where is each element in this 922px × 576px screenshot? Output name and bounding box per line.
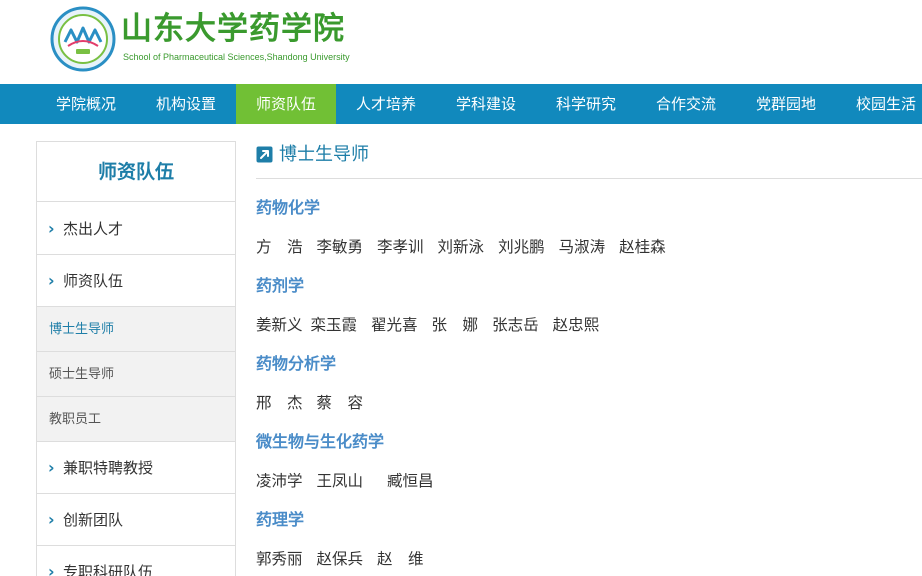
name-list: 郭秀丽 赵保兵赵 维 xyxy=(256,548,438,570)
sidebar-sub-master-supervisors[interactable]: 硕士生导师 xyxy=(37,352,235,397)
site-subtitle: School of Pharmaceutical Sciences,Shando… xyxy=(123,52,350,62)
person-link[interactable]: 张志岳 xyxy=(492,314,539,336)
sidebar-item-label: 创新团队 xyxy=(63,511,124,529)
sidebar-item-faculty[interactable]: › 师资队伍 xyxy=(37,255,235,307)
main-nav: 学院概况 机构设置 师资队伍 人才培养 学科建设 科学研究 合作交流 党群园地 … xyxy=(0,84,922,124)
chevron-right-icon: › xyxy=(48,510,55,529)
person-link[interactable]: 赵保兵 xyxy=(317,548,364,570)
site-title: 山东大学药学院 xyxy=(121,11,345,47)
chevron-right-icon: › xyxy=(48,562,55,576)
person-link[interactable]: 王凤山 xyxy=(317,470,364,492)
sidebar-item-adjunct-professors[interactable]: › 兼职特聘教授 xyxy=(37,442,235,494)
sidebar-item-label: 兼职特聘教授 xyxy=(63,459,154,477)
nav-item-party[interactable]: 党群园地 xyxy=(736,84,836,124)
nav-item-disciplines[interactable]: 学科建设 xyxy=(436,84,536,124)
person-link[interactable]: 凌沛学 xyxy=(256,470,303,492)
person-link[interactable]: 赵忠熙 xyxy=(553,314,600,336)
name-list: 邢 杰蔡 容 xyxy=(256,392,377,414)
person-link[interactable]: 刘新泳 xyxy=(438,236,485,258)
category-heading: 药物分析学 xyxy=(256,354,337,373)
name-list: 方 浩李敏勇 李孝训 刘新泳 刘兆鹏 马淑涛 赵桂森 xyxy=(256,236,680,258)
sidebar-sub-staff[interactable]: 教职员工 xyxy=(37,397,235,442)
external-link-icon xyxy=(256,146,273,163)
category-heading: 药剂学 xyxy=(256,276,305,295)
nav-item-organization[interactable]: 机构设置 xyxy=(136,84,236,124)
person-link[interactable]: 马淑涛 xyxy=(559,236,606,258)
content-header: 博士生导师 xyxy=(256,141,922,179)
person-link[interactable]: 郭秀丽 xyxy=(256,548,303,570)
name-list: 凌沛学 王凤山 臧恒昌 xyxy=(256,470,448,492)
person-link[interactable]: 赵 维 xyxy=(377,548,424,570)
nav-item-faculty[interactable]: 师资队伍 xyxy=(236,84,336,124)
person-link[interactable]: 李敏勇 xyxy=(317,236,364,258)
person-link[interactable]: 蔡 容 xyxy=(317,392,364,414)
sidebar-item-research-staff[interactable]: › 专职科研队伍 xyxy=(37,546,235,576)
person-link[interactable]: 邢 杰 xyxy=(256,392,303,414)
nav-item-cooperation[interactable]: 合作交流 xyxy=(636,84,736,124)
sidebar-item-label: 师资队伍 xyxy=(63,272,124,290)
person-link[interactable]: 李孝训 xyxy=(377,236,424,258)
nav-item-campus-life[interactable]: 校园生活 xyxy=(836,84,922,124)
page-title: 博士生导师 xyxy=(279,144,369,165)
school-logo-icon[interactable] xyxy=(50,6,116,72)
site-header: 山东大学药学院 School of Pharmaceutical Science… xyxy=(0,0,922,84)
sidebar: 师资队伍 › 杰出人才 › 师资队伍 博士生导师 硕士生导师 教职员工 › 兼职… xyxy=(36,141,236,576)
category-heading: 药物化学 xyxy=(256,198,321,217)
person-link[interactable]: 方 浩 xyxy=(256,236,303,258)
sidebar-item-label: 杰出人才 xyxy=(63,220,124,238)
person-link[interactable]: 赵桂森 xyxy=(619,236,666,258)
person-link[interactable]: 姜新义 xyxy=(256,314,303,336)
person-link[interactable]: 刘兆鹏 xyxy=(498,236,545,258)
person-link[interactable]: 张 娜 xyxy=(432,314,479,336)
nav-item-education[interactable]: 人才培养 xyxy=(336,84,436,124)
sidebar-title: 师资队伍 xyxy=(37,142,235,202)
sidebar-sub-doctoral-supervisors[interactable]: 博士生导师 xyxy=(37,307,235,352)
sidebar-item-innovation-teams[interactable]: › 创新团队 xyxy=(37,494,235,546)
person-link[interactable]: 臧恒昌 xyxy=(387,470,434,492)
category-heading: 微生物与生化药学 xyxy=(256,432,385,451)
person-link[interactable]: 栾玉霞 xyxy=(311,314,358,336)
person-link[interactable]: 翟光喜 xyxy=(371,314,418,336)
sidebar-item-outstanding-talent[interactable]: › 杰出人才 xyxy=(37,203,235,255)
chevron-right-icon: › xyxy=(48,458,55,477)
category-heading: 药理学 xyxy=(256,510,305,529)
sidebar-item-label: 专职科研队伍 xyxy=(63,563,154,576)
nav-item-research[interactable]: 科学研究 xyxy=(536,84,636,124)
name-list: 姜新义 栾玉霞 翟光喜张 娜张志岳 赵忠熙 xyxy=(256,314,613,336)
nav-item-overview[interactable]: 学院概况 xyxy=(36,84,136,124)
chevron-right-icon: › xyxy=(48,219,55,238)
chevron-right-icon: › xyxy=(48,271,55,290)
